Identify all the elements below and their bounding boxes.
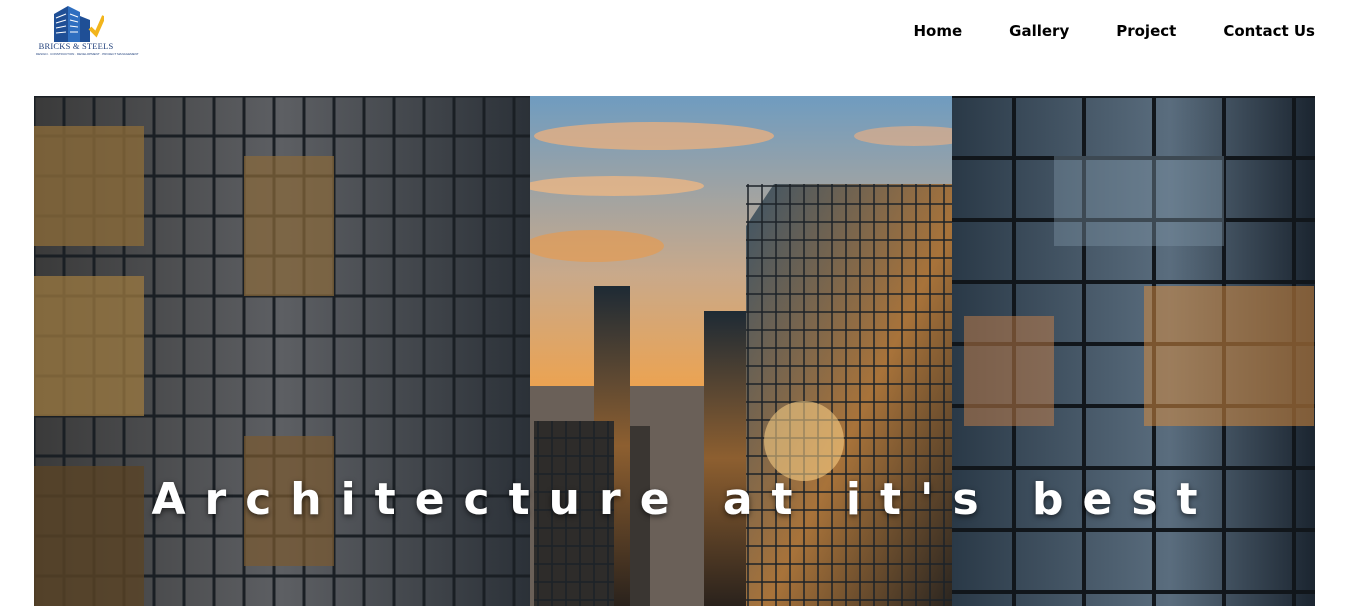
nav-contact-us[interactable]: Contact Us bbox=[1223, 21, 1315, 41]
nav-gallery[interactable]: Gallery bbox=[1009, 21, 1069, 41]
nav-project[interactable]: Project bbox=[1116, 21, 1176, 41]
brand-name: BRICKS & STEELS bbox=[38, 41, 114, 51]
hero-banner: Architecture at it's best bbox=[34, 96, 1315, 606]
hero-image bbox=[34, 96, 1315, 606]
main-nav: Home Gallery Project Contact Us bbox=[866, 21, 1315, 41]
building-logo-icon bbox=[54, 6, 104, 42]
nav-home[interactable]: Home bbox=[913, 21, 962, 41]
brand-tagline: DESIGN · CONSTRUCTION · DEVELOPMENT · PR… bbox=[36, 52, 139, 56]
hero-title: Architecture at it's best bbox=[151, 474, 1217, 525]
brand-logo[interactable]: BRICKS & STEELS DESIGN · CONSTRUCTION · … bbox=[36, 2, 139, 58]
